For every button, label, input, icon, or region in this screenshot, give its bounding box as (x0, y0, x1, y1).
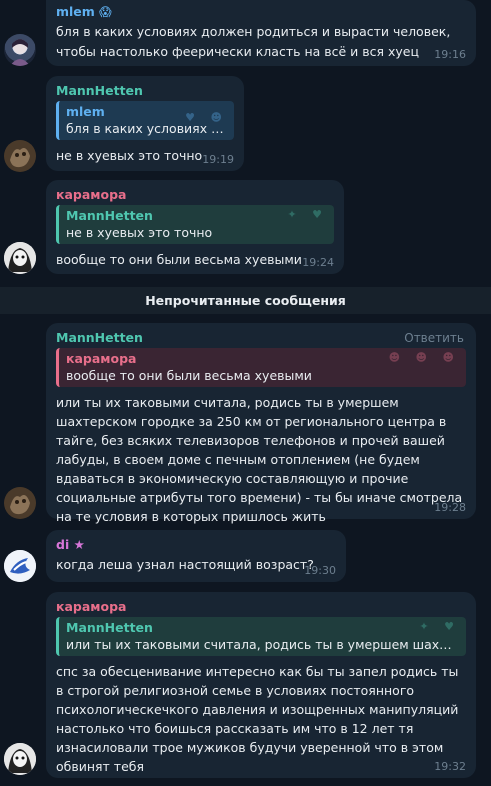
message-author[interactable]: MannHetten (56, 83, 234, 99)
message-bubble: карамора MannHetten или ты их таковыми с… (46, 592, 476, 778)
avatar[interactable] (4, 743, 36, 775)
reply-pattern-icon: ☻ ☻ ☻ (388, 351, 460, 364)
avatar[interactable] (4, 550, 36, 582)
reply-button[interactable]: Ответить (404, 331, 464, 345)
message-time: 19:16 (434, 48, 466, 61)
message-author[interactable]: mlem 😱 (56, 4, 466, 20)
scream-emoji-icon: 😱 (99, 5, 112, 19)
avatar[interactable] (4, 140, 36, 172)
message-text: спс за обесценивание интересно как бы ты… (56, 664, 459, 774)
message-bubble: MannHetten mlem бля в каких условиях до.… (46, 76, 244, 171)
message-author[interactable]: di ★ (56, 537, 336, 553)
reply-pattern-icon: ✦ ♥ (419, 620, 460, 633)
unread-messages-divider: Непрочитанные сообщения (0, 287, 491, 314)
message-bubble: карамора MannHetten не в хуевых это точн… (46, 180, 344, 274)
reply-quote[interactable]: mlem бля в каких условиях до... ♥ ☻ (56, 101, 234, 140)
reply-text: не в хуевых это точно (66, 225, 213, 240)
message-author[interactable]: карамора (56, 599, 466, 615)
reply-quote[interactable]: MannHetten не в хуевых это точно ✦ ♥ (56, 205, 334, 244)
reply-text: вообще то они были весьма хуевыми (66, 368, 312, 383)
message-bubble: MannHetten Ответить карамора вообще то о… (46, 323, 476, 524)
message-text: когда леша узнал настоящий возраст? (56, 557, 314, 572)
reply-author: MannHetten (66, 620, 153, 635)
message-author[interactable]: карамора (56, 187, 334, 203)
reply-text: или ты их таковыми считала, родись ты в … (66, 637, 458, 652)
message-bubble: di ★ когда леша узнал настоящий возраст?… (46, 530, 346, 582)
star-icon: ★ (73, 537, 85, 552)
message-time: 19:24 (302, 256, 334, 269)
message-text: бля в каких условиях должен родиться и в… (56, 24, 451, 59)
message-bubble: mlem 😱 бля в каких условиях должен родит… (46, 0, 476, 66)
avatar[interactable] (4, 487, 36, 519)
message-time: 19:19 (202, 153, 234, 166)
avatar[interactable] (4, 242, 36, 274)
message-text: вообще то они были весьма хуевыми (56, 252, 302, 267)
reply-quote[interactable]: MannHetten или ты их таковыми считала, р… (56, 617, 466, 656)
reply-pattern-icon: ✦ ♥ (287, 208, 328, 221)
reply-quote[interactable]: карамора вообще то они были весьма хуевы… (56, 348, 466, 387)
avatar[interactable] (4, 34, 36, 66)
message-time: 19:30 (304, 564, 336, 577)
message-time: 19:32 (434, 760, 466, 773)
message-time: 19:28 (434, 501, 466, 514)
reply-pattern-icon: ♥ ☻ (185, 111, 228, 124)
message-text: или ты их таковыми считала, родись ты в … (56, 395, 463, 524)
